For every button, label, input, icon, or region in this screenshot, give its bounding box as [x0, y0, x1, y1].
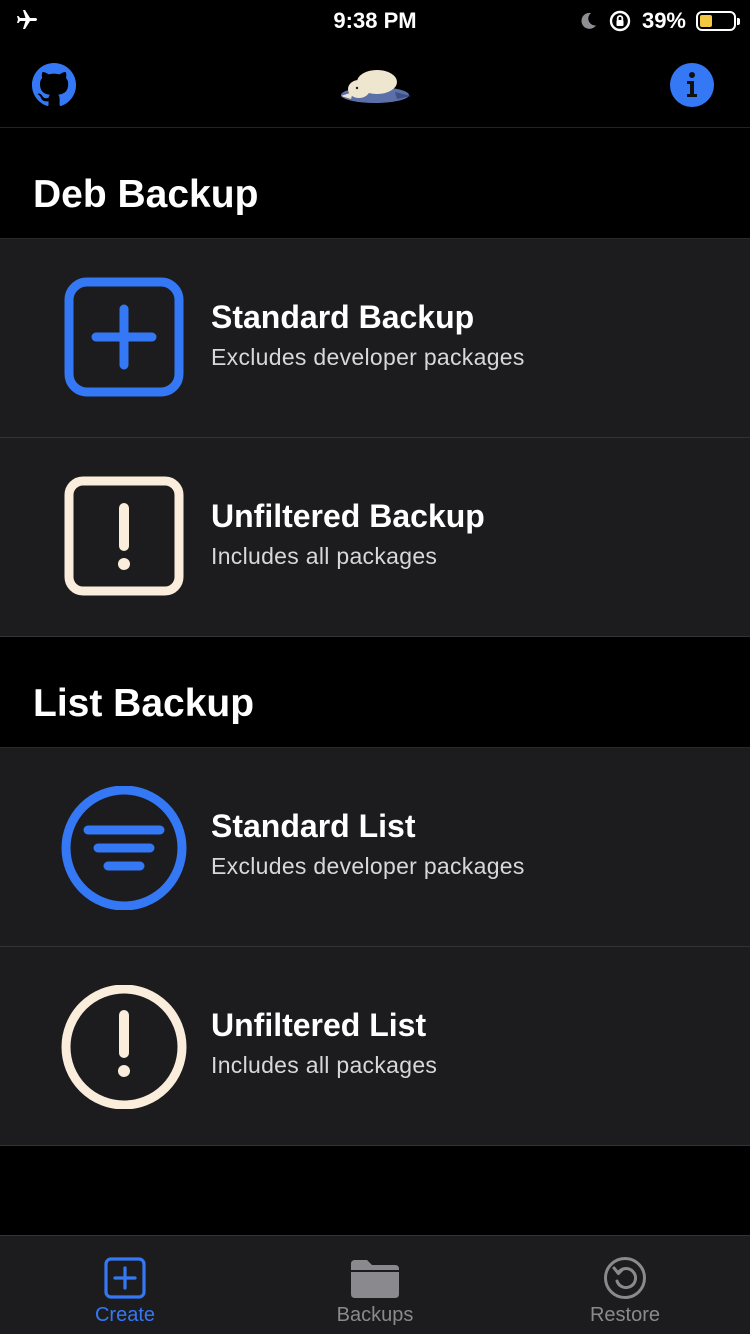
screen: 9:38 PM 39% Deb Backup Standard Backup E… — [0, 0, 750, 1334]
cell-subtitle: Includes all packages — [211, 1052, 438, 1078]
exclamation-square-icon — [64, 476, 184, 596]
status-right-group: 39% — [578, 8, 740, 34]
battery-fill — [700, 15, 712, 27]
restore-icon — [604, 1257, 646, 1299]
standard-backup-cell[interactable]: Standard Backup Excludes developer packa… — [0, 239, 750, 438]
cell-title: Unfiltered List — [211, 1007, 427, 1043]
unfiltered-backup-cell[interactable]: Unfiltered Backup Includes all packages — [0, 438, 750, 637]
nav-bar — [0, 40, 750, 128]
mascot-logo — [341, 70, 411, 103]
unfiltered-list-cell[interactable]: Unfiltered List Includes all packages — [0, 947, 750, 1146]
cell-subtitle: Excludes developer packages — [211, 853, 525, 879]
plus-square-icon — [64, 277, 184, 397]
section-title: List Backup — [33, 682, 255, 725]
cell-subtitle: Includes all packages — [211, 543, 438, 569]
exclamation-circle-icon — [61, 985, 187, 1109]
tab-label: Backups — [336, 1304, 414, 1326]
section-header-deb-backup: Deb Backup — [0, 129, 750, 239]
plus-square-icon — [104, 1257, 146, 1299]
cell-title: Standard Backup — [211, 299, 475, 335]
battery-percent: 39% — [641, 8, 686, 33]
filter-circle-icon — [61, 786, 187, 910]
folder-icon — [351, 1260, 399, 1298]
moon-icon — [581, 12, 596, 29]
section-header-list-backup: List Backup — [0, 638, 750, 748]
github-icon[interactable] — [31, 62, 77, 108]
cell-subtitle: Excludes developer packages — [211, 344, 525, 370]
info-icon[interactable] — [669, 62, 715, 108]
section-title: Deb Backup — [33, 173, 259, 216]
cell-title: Standard List — [211, 808, 416, 844]
standard-list-cell[interactable]: Standard List Excludes developer package… — [0, 748, 750, 947]
tab-backups[interactable]: Backups — [250, 1236, 500, 1334]
tab-create[interactable]: Create — [0, 1236, 250, 1334]
battery-icon — [696, 11, 740, 31]
tab-label: Create — [94, 1304, 156, 1326]
status-bar: 9:38 PM 39% — [0, 0, 750, 40]
tab-bar: Create Backups Restore — [0, 1235, 750, 1334]
orientation-lock-icon — [609, 10, 631, 32]
tab-restore[interactable]: Restore — [500, 1236, 750, 1334]
tab-label: Restore — [589, 1304, 661, 1326]
cell-title: Unfiltered Backup — [211, 498, 485, 534]
